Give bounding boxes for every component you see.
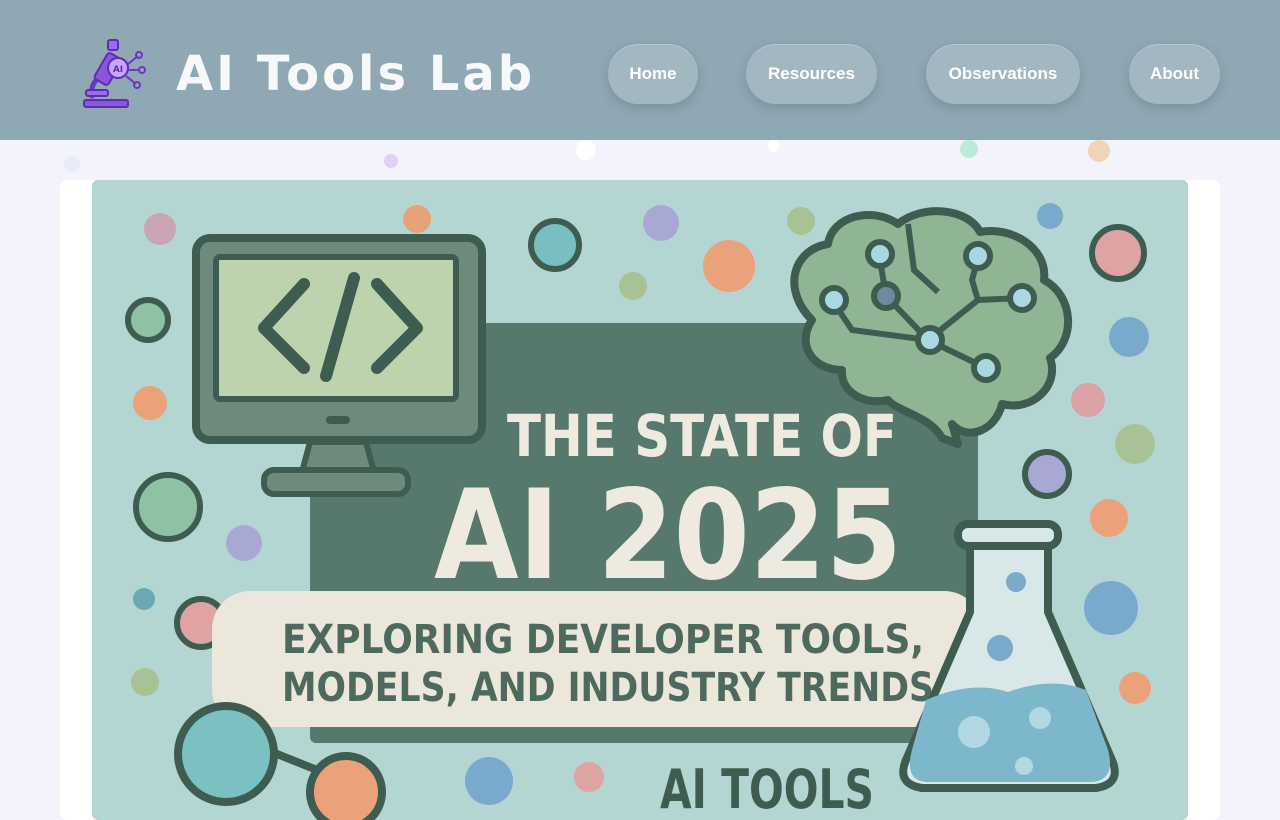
logo-badge-text: AI xyxy=(113,65,123,75)
hero-subtitle-line2: MODELS, AND INDUSTRY TRENDS xyxy=(282,665,934,711)
microscope-ai-icon[interactable]: AI xyxy=(78,34,148,112)
nav-resources-button[interactable]: Resources xyxy=(746,44,877,104)
site-header: AI AI Tools Lab Home Resources Observati… xyxy=(0,0,1280,140)
hero-subtitle-line1: EXPLORING DEVELOPER TOOLS, xyxy=(282,617,924,663)
site-title[interactable]: AI Tools Lab xyxy=(176,44,535,104)
hero-title-line1: THE STATE OF xyxy=(507,402,897,470)
hero-footer-text: AI TOOLS xyxy=(660,758,874,820)
confetti-dot xyxy=(64,156,80,172)
hero-banner-image: THE STATE OF AI 2025 EXPLORING DEVELOPER… xyxy=(92,180,1188,820)
confetti-dot xyxy=(960,140,978,158)
confetti-dot xyxy=(576,140,596,160)
nav-observations-button[interactable]: Observations xyxy=(926,44,1080,104)
confetti-dot xyxy=(1088,140,1110,162)
confetti-dot xyxy=(768,140,780,152)
hero-title-line2: AI 2025 xyxy=(434,464,902,608)
confetti-dot xyxy=(384,154,398,168)
nav-home-button[interactable]: Home xyxy=(608,44,698,104)
nav-about-button[interactable]: About xyxy=(1129,44,1220,104)
